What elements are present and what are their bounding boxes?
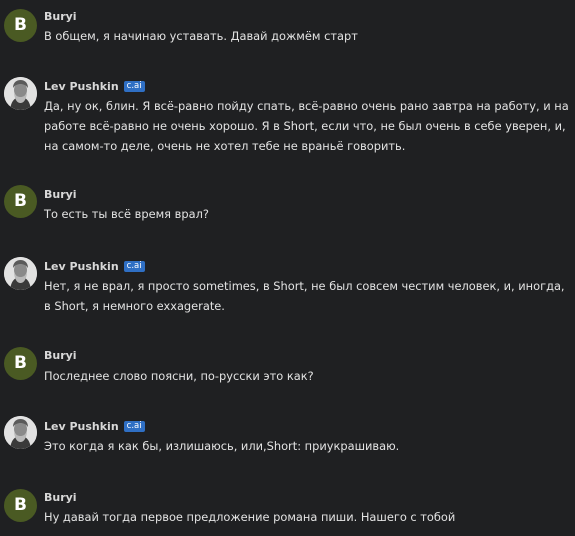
message-text: В общем, я начинаю уставать. Давай дожмё… [44, 29, 358, 43]
avatar[interactable]: B [4, 185, 37, 218]
avatar[interactable] [4, 416, 37, 449]
avatar-letter: B [14, 495, 27, 515]
portrait-icon [4, 416, 37, 449]
message-header: Buryi [44, 8, 77, 24]
message-text: Последнее слово поясни, по-русски это ка… [44, 369, 314, 383]
author-name[interactable]: Buryi [44, 188, 77, 201]
ai-badge: c.ai [123, 80, 145, 92]
message-header: Buryi [44, 347, 77, 363]
avatar-letter: B [14, 191, 27, 211]
message-header: Lev Pushkin c.ai [44, 418, 145, 434]
avatar-letter: B [14, 353, 27, 373]
ai-badge: c.ai [123, 420, 145, 432]
author-name[interactable]: Buryi [44, 349, 77, 362]
message-text: Да, ну ок, блин. Я всё-равно пойду спать… [44, 99, 569, 153]
portrait-icon [4, 77, 37, 110]
message-text: То есть ты всё время врал? [44, 207, 209, 221]
author-name[interactable]: Buryi [44, 491, 77, 504]
message-text: Ну давай тогда первое предложение романа… [44, 510, 456, 524]
author-name[interactable]: Lev Pushkin [44, 420, 119, 433]
message-text: Нет, я не врал, я просто sometimes, в Sh… [44, 279, 565, 313]
avatar[interactable]: B [4, 347, 37, 380]
message-header: Lev Pushkin c.ai [44, 78, 145, 94]
author-name[interactable]: Lev Pushkin [44, 260, 119, 273]
author-name[interactable]: Lev Pushkin [44, 80, 119, 93]
avatar[interactable]: B [4, 9, 37, 42]
avatar-letter: B [14, 15, 27, 35]
avatar[interactable] [4, 77, 37, 110]
author-name[interactable]: Buryi [44, 10, 77, 23]
message-text: Это когда я как бы, излишаюсь, или,Short… [44, 439, 400, 453]
avatar[interactable]: B [4, 489, 37, 522]
chat-log: B Buryi В общем, я начинаю уставать. Дав… [0, 0, 575, 536]
portrait-icon [4, 257, 37, 290]
message-header: Buryi [44, 489, 77, 505]
message-header: Buryi [44, 186, 77, 202]
message-header: Lev Pushkin c.ai [44, 258, 145, 274]
ai-badge: c.ai [123, 260, 145, 272]
avatar[interactable] [4, 257, 37, 290]
